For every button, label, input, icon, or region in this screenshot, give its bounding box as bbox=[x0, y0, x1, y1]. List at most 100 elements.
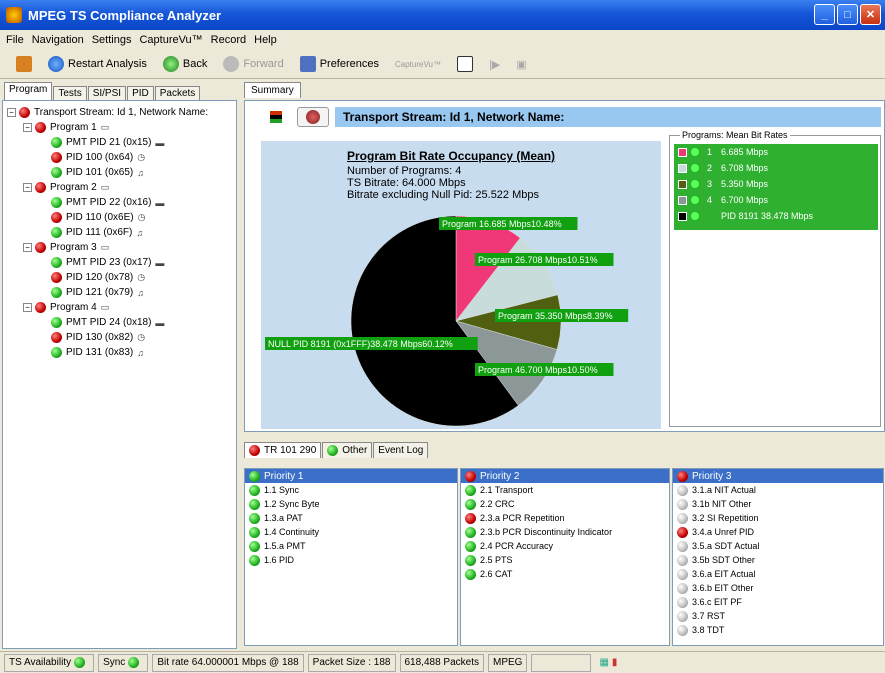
test-item[interactable]: 2.2 CRC bbox=[461, 497, 669, 511]
test-item[interactable]: 1.3.a PAT bbox=[245, 511, 457, 525]
tree-node[interactable]: PID 101 (0x65) ♫ bbox=[7, 165, 232, 180]
test-item[interactable]: 3.2 SI Repetition bbox=[673, 511, 883, 525]
test-item[interactable]: 3.4.a Unref PID bbox=[673, 525, 883, 539]
status-dot-icon bbox=[51, 152, 62, 163]
status-dot-icon bbox=[51, 287, 62, 298]
menu-settings[interactable]: Settings bbox=[92, 34, 132, 46]
test-item[interactable]: 1.1 Sync bbox=[245, 483, 457, 497]
tree-node-label: Program 3 bbox=[50, 242, 97, 253]
menu-help[interactable]: Help bbox=[254, 34, 277, 46]
tab-pid[interactable]: PID bbox=[127, 86, 154, 100]
status-dot-icon bbox=[677, 540, 688, 552]
priority-3-list: Priority 3 3.1.a NIT Actual 3.1b NIT Other… bbox=[672, 468, 884, 646]
tree-node[interactable]: PID 130 (0x82) ◷ bbox=[7, 330, 232, 345]
collapse-toggle[interactable]: − bbox=[23, 183, 32, 192]
tab-program[interactable]: Program bbox=[4, 82, 53, 100]
test-item[interactable]: 3.5.a SDT Actual bbox=[673, 539, 883, 553]
open-button[interactable] bbox=[8, 52, 40, 76]
legend-rate: PID 8191 38.478 Mbps bbox=[721, 211, 814, 221]
tree-node[interactable]: − Program 2 ▭ bbox=[7, 180, 232, 195]
restart-analysis-button[interactable]: Restart Analysis bbox=[40, 52, 155, 76]
tree-node[interactable]: − Program 1 ▭ bbox=[7, 120, 232, 135]
test-item[interactable]: 2.4 PCR Accuracy bbox=[461, 539, 669, 553]
tab-summary[interactable]: Summary bbox=[244, 82, 301, 98]
tree-node[interactable]: PID 111 (0x6F) ♫ bbox=[7, 225, 232, 240]
back-button[interactable]: Back bbox=[155, 52, 215, 76]
tab-si-psi[interactable]: SI/PSI bbox=[87, 86, 127, 100]
tree-node[interactable]: PID 100 (0x64) ◷ bbox=[7, 150, 232, 165]
flag-icon[interactable] bbox=[263, 107, 289, 127]
status-dot-icon bbox=[51, 272, 62, 283]
collapse-toggle[interactable]: − bbox=[23, 243, 32, 252]
tab-other[interactable]: Other bbox=[322, 442, 373, 458]
test-item[interactable]: 3.6.c EIT PF bbox=[673, 595, 883, 609]
test-item[interactable]: 3.6.b EIT Other bbox=[673, 581, 883, 595]
tree-node[interactable]: − Program 3 ▭ bbox=[7, 240, 232, 255]
stream-type-icon: ▭ bbox=[100, 182, 110, 192]
priority-header[interactable]: Priority 3 bbox=[673, 469, 883, 483]
priority-header[interactable]: Priority 2 bbox=[461, 469, 669, 483]
summary-pane: Summary Transport Stream: Id 1, Network … bbox=[244, 82, 885, 432]
legend-box: Programs: Mean Bit Rates 1 6.685 Mbps 2 6.7… bbox=[669, 130, 881, 427]
test-item[interactable]: 1.6 PID bbox=[245, 553, 457, 567]
menu-capturevu[interactable]: CaptureVu™ bbox=[139, 34, 202, 46]
test-item[interactable]: 3.1b NIT Other bbox=[673, 497, 883, 511]
tree-node[interactable]: PID 120 (0x78) ◷ bbox=[7, 270, 232, 285]
test-item[interactable]: 3.7 RST bbox=[673, 609, 883, 623]
tree-node[interactable]: PID 131 (0x83) ♫ bbox=[7, 345, 232, 360]
test-item[interactable]: 2.3.b PCR Discontinuity Indicator bbox=[461, 525, 669, 539]
collapse-toggle[interactable]: − bbox=[23, 303, 32, 312]
test-item[interactable]: 2.6 CAT bbox=[461, 567, 669, 581]
slice-label-text: Program 26.708 Mbps10.51% bbox=[478, 255, 598, 265]
test-item[interactable]: 2.1 Transport bbox=[461, 483, 669, 497]
status-dot-icon bbox=[35, 302, 46, 313]
collapse-toggle[interactable]: − bbox=[7, 108, 16, 117]
test-item[interactable]: 2.5 PTS bbox=[461, 553, 669, 567]
status-icons: ▦ ▮ bbox=[595, 654, 621, 672]
menu-record[interactable]: Record bbox=[211, 34, 246, 46]
stream-type-icon: ◷ bbox=[137, 272, 146, 282]
test-item[interactable]: 2.3.a PCR Repetition bbox=[461, 511, 669, 525]
tree-node[interactable]: PMT PID 23 (0x17) ▬ bbox=[7, 255, 232, 270]
camera-button[interactable]: ▣ bbox=[508, 52, 534, 76]
tree-node[interactable]: − Program 4 ▭ bbox=[7, 300, 232, 315]
test-item[interactable]: 3.5b SDT Other bbox=[673, 553, 883, 567]
tab-tr101290[interactable]: TR 101 290 bbox=[244, 442, 322, 458]
menu-file[interactable]: File bbox=[6, 34, 24, 46]
forward-button[interactable]: Forward bbox=[215, 52, 291, 76]
tree-node[interactable]: − Transport Stream: Id 1, Network Name: bbox=[7, 105, 232, 120]
priority-header[interactable]: Priority 1 bbox=[245, 469, 457, 483]
legend-item: PID 8191 38.478 Mbps bbox=[674, 208, 878, 224]
test-item[interactable]: 1.4 Continuity bbox=[245, 525, 457, 539]
capture-button[interactable] bbox=[449, 52, 481, 76]
globe-button[interactable] bbox=[297, 107, 329, 127]
test-item[interactable]: 3.1.a NIT Actual bbox=[673, 483, 883, 497]
tab-event-log[interactable]: Event Log bbox=[373, 442, 429, 458]
tree-node-label: PID 130 (0x82) bbox=[66, 332, 134, 343]
test-item[interactable]: 3.6.a EIT Actual bbox=[673, 567, 883, 581]
tree-node[interactable]: PID 121 (0x79) ♫ bbox=[7, 285, 232, 300]
tab-tests[interactable]: Tests bbox=[53, 86, 87, 100]
preferences-button[interactable]: Preferences bbox=[292, 52, 387, 76]
test-item[interactable]: 3.8 TDT bbox=[673, 623, 883, 637]
tree-node[interactable]: PMT PID 21 (0x15) ▬ bbox=[7, 135, 232, 150]
legend-num: 2 bbox=[707, 163, 713, 173]
test-label: 2.4 PCR Accuracy bbox=[480, 541, 554, 551]
tree-node[interactable]: PMT PID 22 (0x16) ▬ bbox=[7, 195, 232, 210]
program-tree: − Transport Stream: Id 1, Network Name: − P… bbox=[2, 100, 237, 649]
maximize-button[interactable]: □ bbox=[837, 4, 858, 25]
test-item[interactable]: 1.5.a PMT bbox=[245, 539, 457, 553]
close-button[interactable]: ✕ bbox=[860, 4, 881, 25]
menu-navigation[interactable]: Navigation bbox=[32, 34, 84, 46]
tree-node[interactable]: PID 110 (0x6E) ◷ bbox=[7, 210, 232, 225]
minimize-button[interactable]: _ bbox=[814, 4, 835, 25]
stream-type-icon: ♫ bbox=[137, 347, 145, 358]
collapse-toggle[interactable]: − bbox=[23, 123, 32, 132]
stream-type-icon: ▭ bbox=[100, 242, 110, 252]
tree-node[interactable]: PMT PID 24 (0x18) ▬ bbox=[7, 315, 232, 330]
test-item[interactable]: 1.2 Sync Byte bbox=[245, 497, 457, 511]
tab-packets[interactable]: Packets bbox=[154, 86, 201, 100]
play-button[interactable]: |▶ bbox=[481, 52, 508, 76]
test-label: 2.6 CAT bbox=[480, 569, 513, 579]
slice-label: Program 46.700 Mbps10.50% bbox=[475, 363, 614, 376]
